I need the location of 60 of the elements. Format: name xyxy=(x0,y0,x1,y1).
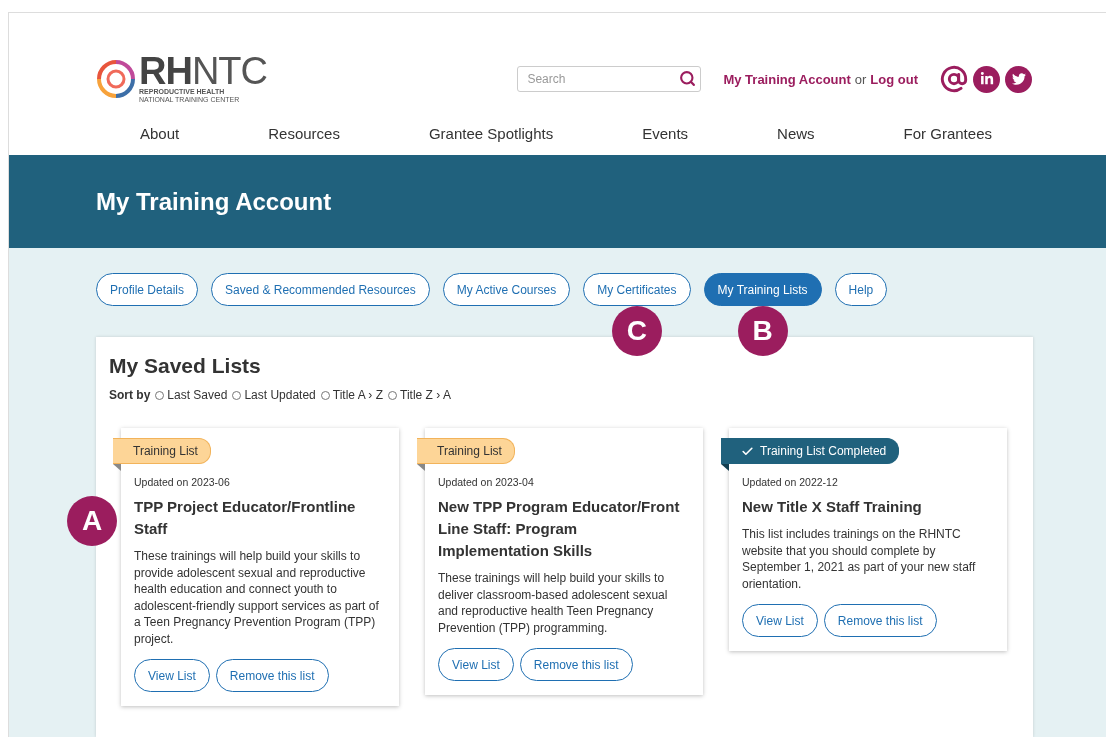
callout-marker: B xyxy=(737,306,788,356)
sort-label: Sort by xyxy=(109,388,151,402)
search-field[interactable]: Search xyxy=(517,66,702,92)
nav-link[interactable]: Grantee Spotlights xyxy=(428,124,554,142)
updated-date: Updated on 2023-04 xyxy=(438,476,535,488)
page-title: My Training Account xyxy=(96,187,332,216)
tag-fold xyxy=(417,464,425,471)
logo-wordmark[interactable]: RHNTC xyxy=(139,54,267,88)
radio-button[interactable] xyxy=(388,390,397,400)
account-link[interactable]: My Training Account xyxy=(723,71,851,87)
logout-link[interactable]: Log out xyxy=(870,71,918,87)
account-tab[interactable]: My Active Courses xyxy=(442,273,571,306)
card-title: TPP Project Educator/Frontline Staff xyxy=(134,497,357,539)
callout-marker: A xyxy=(67,496,117,546)
nav-link[interactable]: Events xyxy=(642,124,689,142)
radio-button[interactable] xyxy=(232,390,242,400)
view-list-button[interactable]: View List xyxy=(438,648,514,681)
view-list-button[interactable]: View List xyxy=(742,604,818,637)
account-tab[interactable]: My Training Lists xyxy=(703,273,822,306)
panel-title: My Saved Lists xyxy=(109,354,262,378)
card-description: This list includes trainings on the RHNTC website that you should complete by September 1, 2021 as part of your new staff orientation. xyxy=(742,526,977,592)
tag-fold xyxy=(721,464,729,471)
sort-option[interactable]: Title Z › A xyxy=(388,388,451,402)
card-description: These trainings will help build your skills to deliver classroom-based adolescent sexual and reproductive health Teen Pregnancy Prevention (TPP) programming. xyxy=(438,570,669,636)
tag-label: Training List xyxy=(437,444,502,458)
sort-option-label: Title A › Z xyxy=(332,388,383,402)
nav-link[interactable]: News xyxy=(777,124,815,142)
card-description: These trainings will help build your skills to provide adolescent sexual and reproductive health education and connect youth to adolescent-friendly support services as part of a Teen Pregnancy Prevention Program (TPP) project. xyxy=(134,548,380,647)
card-title: New TPP Program Educator/Front Line Staff: Program Implementation Skills xyxy=(438,497,681,561)
radio-button[interactable] xyxy=(155,390,165,400)
remove-list-button[interactable]: Remove this list xyxy=(519,648,633,681)
twitter-icon[interactable] xyxy=(1005,65,1032,93)
nav-link[interactable]: For Grantees xyxy=(903,124,992,142)
view-list-button[interactable]: View List xyxy=(134,659,210,692)
separator-text: or xyxy=(854,71,867,87)
radio-button[interactable] xyxy=(320,390,330,400)
tag-fold xyxy=(113,464,121,471)
callout-marker: C xyxy=(611,306,662,356)
updated-date: Updated on 2023-06 xyxy=(134,476,231,488)
nav-link[interactable]: Resources xyxy=(268,124,340,142)
logo-icon xyxy=(95,58,137,100)
card-title: New Title X Staff Training xyxy=(742,497,923,517)
check-icon xyxy=(741,444,754,458)
tag-label: Training List xyxy=(133,444,198,458)
tag-label: Training List Completed xyxy=(760,444,887,458)
account-tab[interactable]: Help xyxy=(834,273,888,306)
nav-link[interactable]: About xyxy=(140,124,180,142)
sort-option-label: Last Saved xyxy=(167,388,228,402)
sort-option-label: Title Z › A xyxy=(400,388,451,402)
linkedin-icon[interactable] xyxy=(973,65,1000,93)
account-tab[interactable]: Profile Details xyxy=(96,273,199,306)
search-icon[interactable] xyxy=(679,70,697,87)
account-tab[interactable]: Saved & Recommended Resources xyxy=(211,273,430,306)
sort-option[interactable]: Last Saved xyxy=(155,388,228,402)
updated-date: Updated on 2022-12 xyxy=(742,476,839,488)
remove-list-button[interactable]: Remove this list xyxy=(823,604,937,637)
sort-option[interactable]: Title A › Z xyxy=(320,388,383,402)
remove-list-button[interactable]: Remove this list xyxy=(215,659,329,692)
email-icon[interactable] xyxy=(940,65,968,93)
account-tab[interactable]: My Certificates xyxy=(583,273,691,306)
